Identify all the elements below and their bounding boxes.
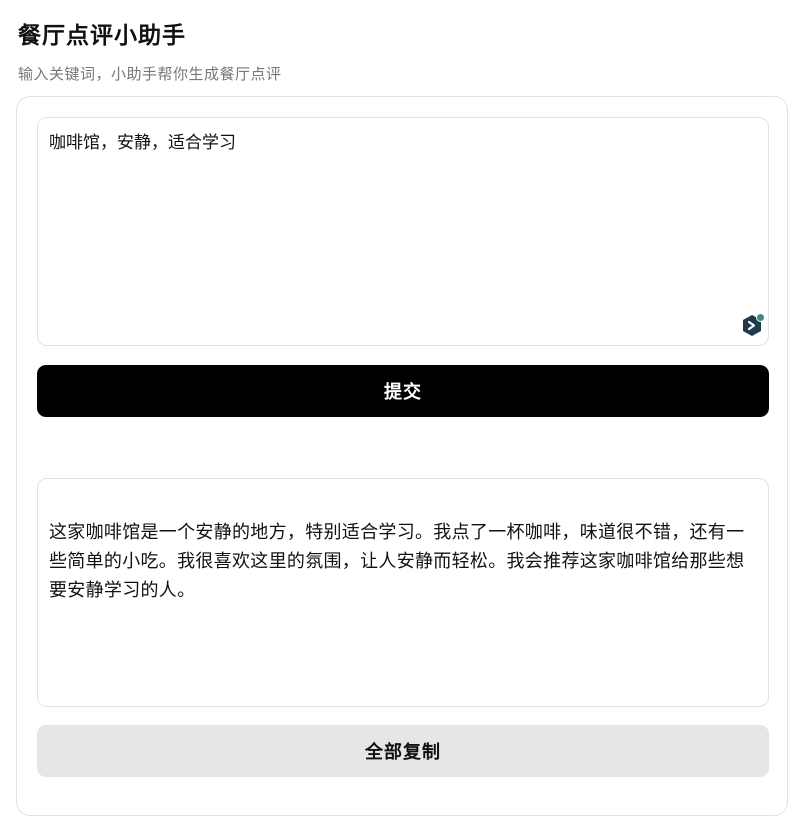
copy-all-button[interactable]: 全部复制 (37, 725, 769, 777)
keywords-input[interactable] (37, 117, 769, 346)
page-title: 餐厅点评小助手 (18, 23, 186, 49)
main-card: 提交 这家咖啡馆是一个安静的地方，特别适合学习。我点了一杯咖啡，味道很不错，还有… (16, 96, 788, 816)
ai-assistant-icon[interactable] (740, 313, 766, 339)
review-output: 这家咖啡馆是一个安静的地方，特别适合学习。我点了一杯咖啡，味道很不错，还有一些简… (37, 478, 769, 707)
submit-button[interactable]: 提交 (37, 365, 769, 417)
page-subtitle: 输入关键词，小助手帮你生成餐厅点评 (18, 65, 282, 83)
review-output-text: 这家咖啡馆是一个安静的地方，特别适合学习。我点了一杯咖啡，味道很不错，还有一些简… (49, 522, 745, 601)
